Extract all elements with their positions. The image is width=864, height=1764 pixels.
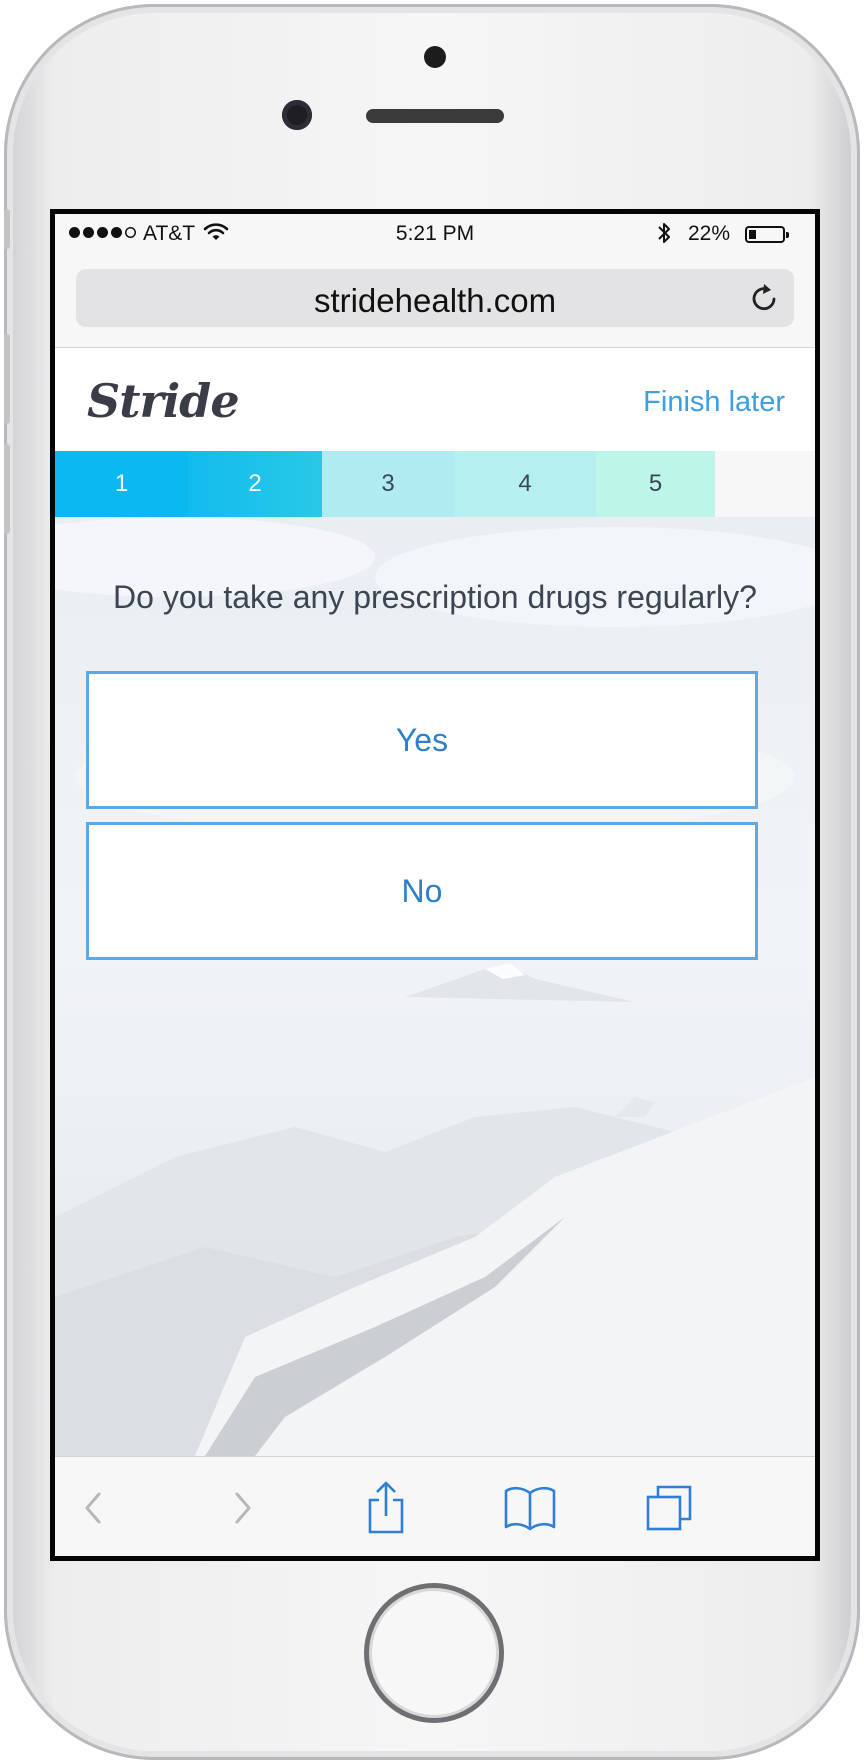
step-label: 1 <box>114 470 129 497</box>
home-button[interactable] <box>364 1583 504 1723</box>
step-label: 4 <box>518 470 532 497</box>
battery-fill <box>749 230 756 239</box>
status-bar: AT&T 5:21 PM 22% <box>55 214 815 250</box>
stride-logo[interactable]: Stride <box>87 374 240 428</box>
question-text: Do you take any prescription drugs regul… <box>113 579 757 615</box>
step-5: 5 <box>596 451 715 517</box>
proximity-sensor <box>424 46 446 68</box>
battery-percent: 22% <box>688 222 731 245</box>
address-bar[interactable]: stridehealth.com <box>76 269 794 327</box>
front-camera <box>282 100 312 130</box>
step-label: 3 <box>381 470 395 497</box>
site-header: Stride Finish later <box>55 348 815 451</box>
answer-yes-button[interactable]: Yes <box>86 671 758 809</box>
volume-up-button <box>4 334 10 424</box>
book-icon[interactable] <box>495 1473 565 1543</box>
share-icon[interactable] <box>351 1473 421 1543</box>
url-text: stridehealth.com <box>313 282 557 319</box>
volume-down-button <box>4 444 10 534</box>
finish-later-link[interactable]: Finish later <box>643 386 785 419</box>
question-panel: Do you take any prescription drugs regul… <box>55 517 815 1456</box>
chevron-right-icon[interactable] <box>207 1473 277 1543</box>
answer-no-button[interactable]: No <box>86 822 758 960</box>
step-4: 4 <box>454 451 596 517</box>
tabs-icon[interactable] <box>635 1473 705 1543</box>
progress-steps: 1 2 3 4 5 <box>55 451 815 517</box>
step-2: 2 <box>188 451 322 517</box>
earpiece-speaker <box>366 109 504 123</box>
step-label: 2 <box>248 470 262 497</box>
step-label: 5 <box>648 470 663 497</box>
battery-icon <box>745 226 789 243</box>
phone-screen: AT&T 5:21 PM 22% stridehealth.com Stride… <box>50 209 820 1561</box>
reload-icon[interactable] <box>750 281 780 318</box>
answer-no-label: No <box>401 872 443 909</box>
answer-yes-label: Yes <box>395 721 449 758</box>
safari-toolbar <box>55 1456 815 1556</box>
mute-switch <box>4 209 10 249</box>
step-1: 1 <box>55 451 188 517</box>
mountain-background <box>55 517 815 1456</box>
battery-tip <box>786 232 789 238</box>
bluetooth-icon <box>655 220 673 252</box>
chevron-left-icon[interactable] <box>59 1473 129 1543</box>
step-3: 3 <box>322 451 454 517</box>
